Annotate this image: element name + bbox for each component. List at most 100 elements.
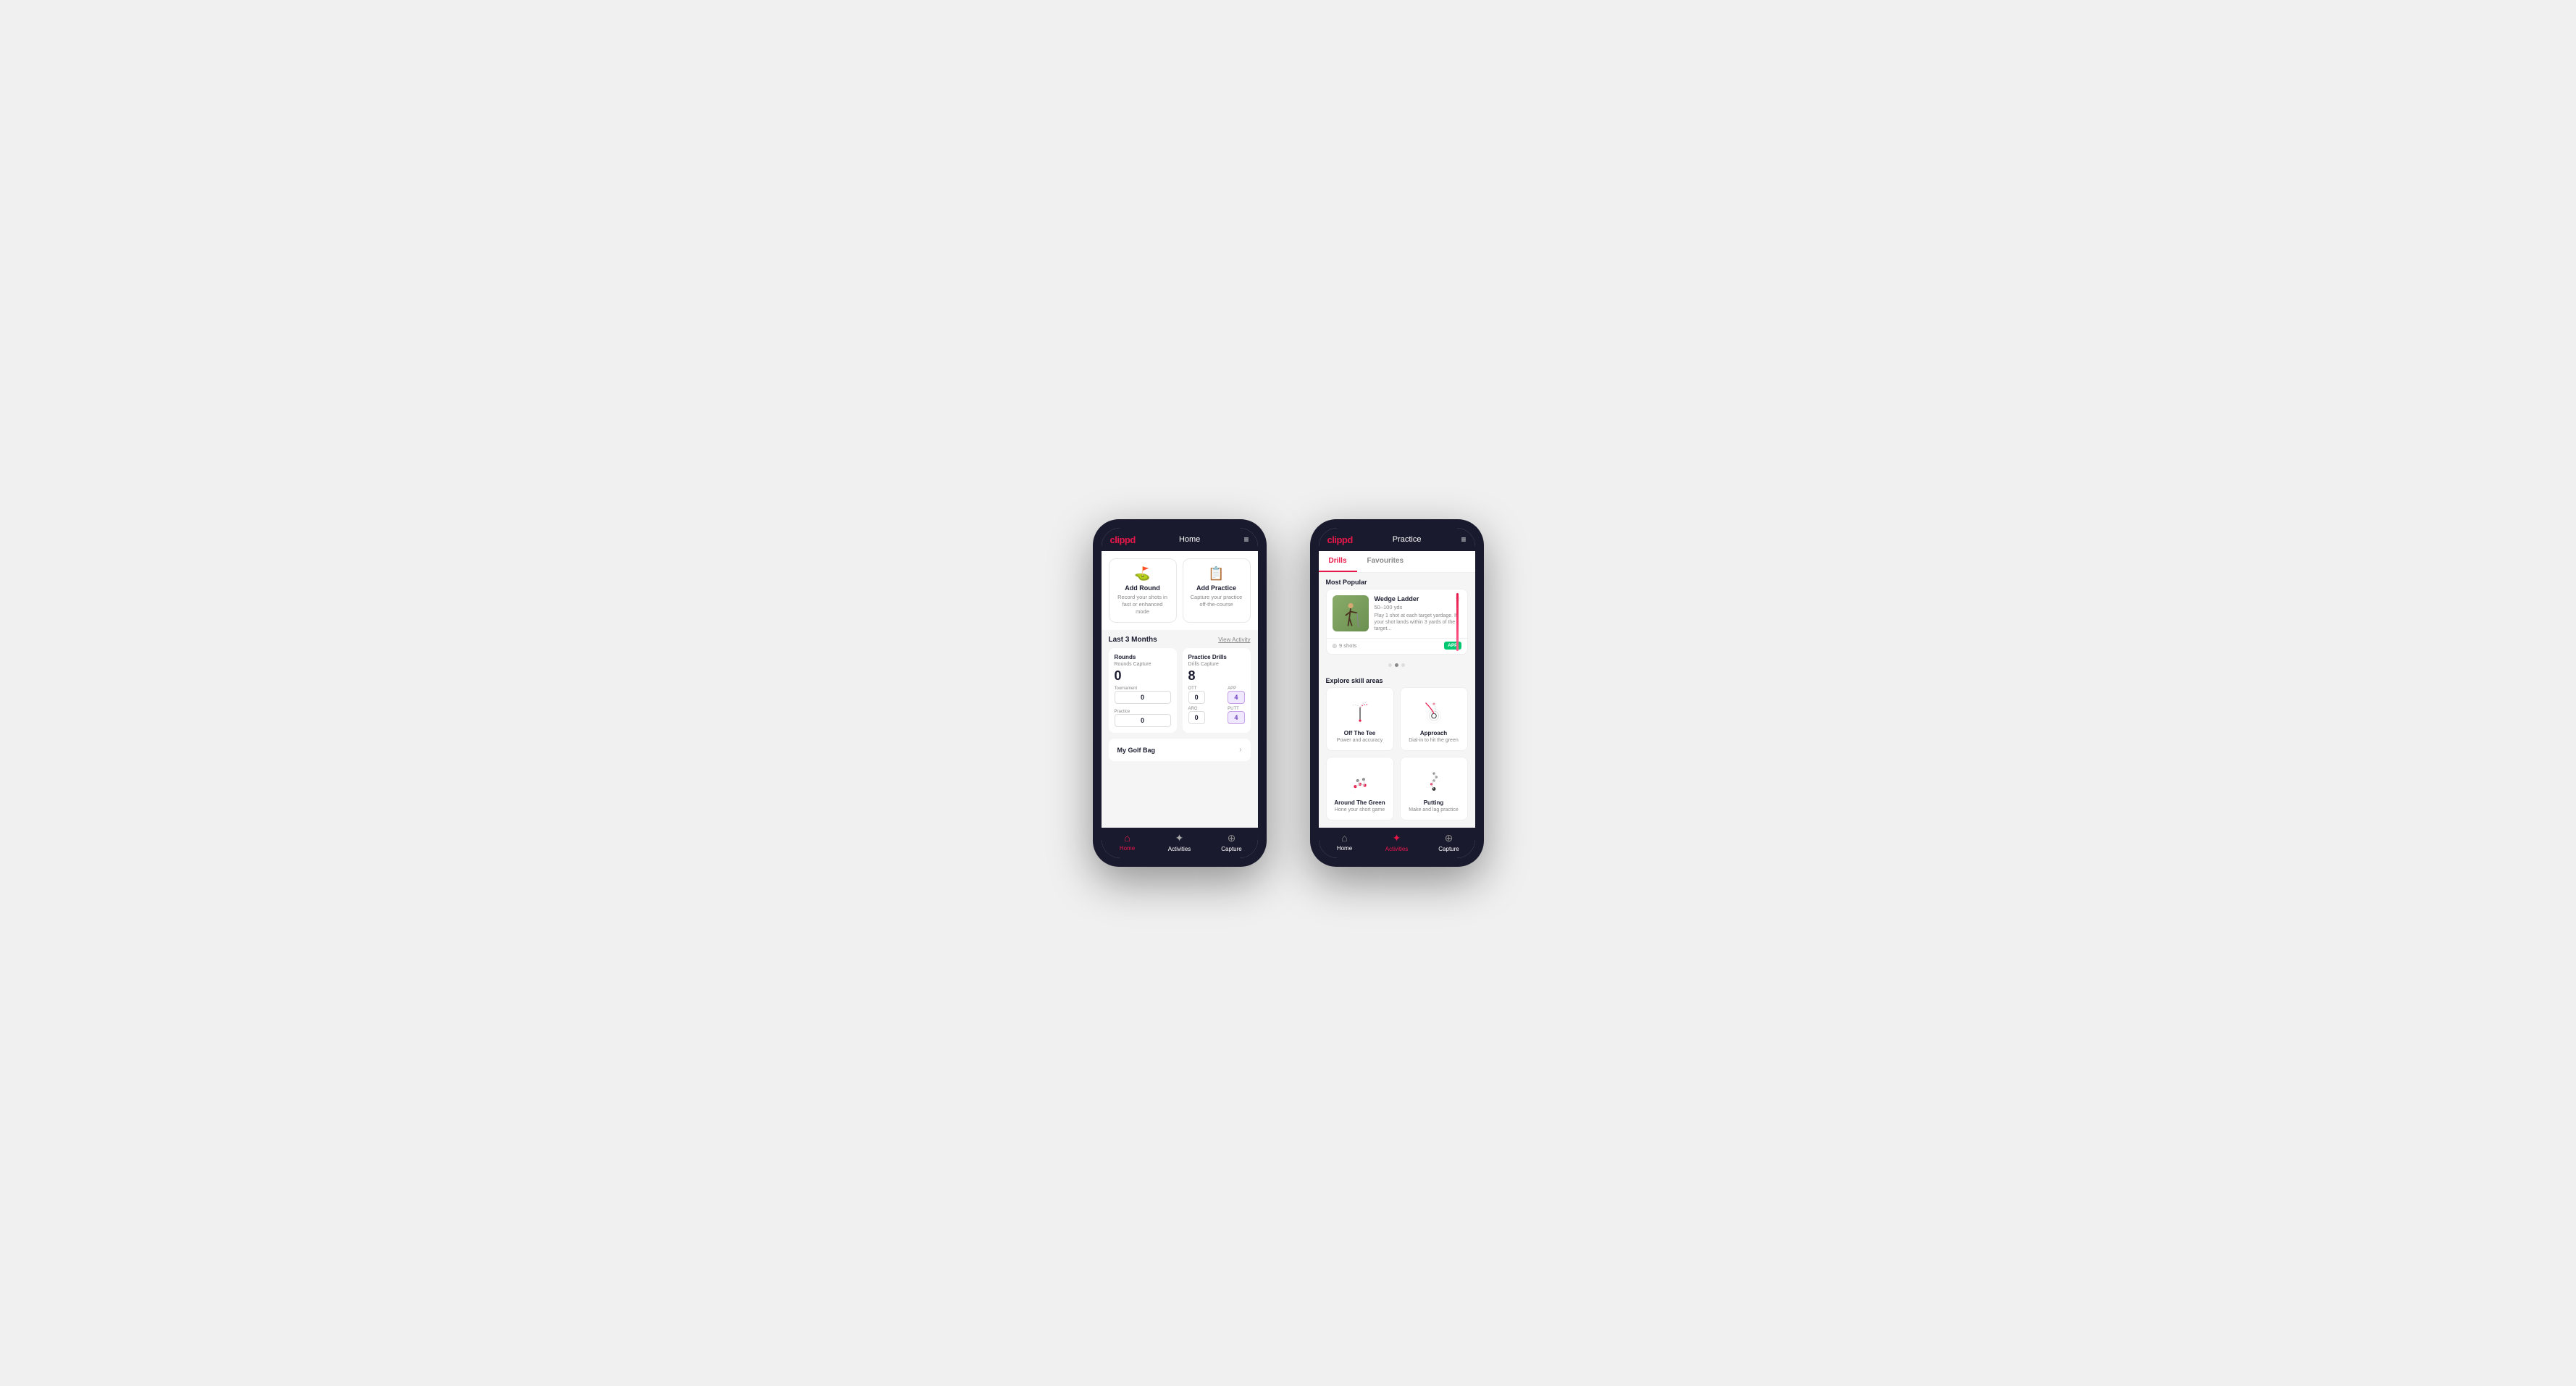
app-header-home: clippd Home ≡ [1102, 528, 1258, 551]
add-practice-desc: Capture your practice off-the-course [1189, 594, 1244, 608]
add-round-desc: Record your shots in fast or enhanced mo… [1115, 594, 1170, 615]
capture-icon-2: ⊕ [1445, 832, 1453, 844]
dot-1[interactable] [1388, 663, 1392, 667]
rounds-box: Rounds Rounds Capture 0 Tournament 0 Pra… [1109, 648, 1177, 733]
tournament-value: 0 [1115, 691, 1171, 704]
nav-capture[interactable]: ⊕ Capture [1206, 832, 1258, 852]
nav-home-label: Home [1120, 845, 1135, 852]
drills-big-number: 8 [1188, 668, 1245, 684]
approach-icon-area [1418, 695, 1450, 727]
add-practice-card[interactable]: 📋 Add Practice Capture your practice off… [1183, 558, 1251, 623]
featured-footer: ◎ 9 shots APP [1327, 638, 1467, 654]
chevron-right-icon: › [1239, 746, 1241, 754]
ott-value: 0 [1188, 691, 1205, 704]
skill-off-the-tee[interactable]: Off The Tee Power and accuracy [1326, 687, 1394, 751]
drill-title: Wedge Ladder [1375, 595, 1419, 602]
nav-activities-label: Activities [1168, 846, 1191, 852]
add-practice-title: Add Practice [1196, 584, 1236, 592]
app-cell [1208, 686, 1225, 704]
off-tee-desc: Power and accuracy [1337, 738, 1383, 743]
around-green-icon-area [1344, 765, 1376, 797]
nav-home[interactable]: ⌂ Home [1102, 832, 1154, 852]
add-round-title: Add Round [1125, 584, 1160, 592]
arg-cell: ARG 0 [1188, 707, 1205, 724]
around-green-desc: Hone your short game [1335, 807, 1385, 812]
tournament-cell: Tournament 0 [1115, 686, 1171, 704]
activities-icon-2: ✦ [1393, 832, 1401, 844]
shots-info: ◎ 9 shots [1333, 642, 1357, 649]
featured-drill-image [1333, 595, 1369, 631]
most-popular-header: Most Popular [1319, 573, 1475, 589]
putting-desc: Make and lag practice [1409, 807, 1458, 812]
arg-value: 0 [1188, 711, 1205, 724]
app-logo: clippd [1110, 534, 1136, 545]
view-activity-link[interactable]: View Activity [1218, 637, 1250, 643]
featured-drill-info: Wedge Ladder ☆ 50–100 yds Play 1 shot at… [1375, 595, 1461, 632]
approach-title: Approach [1420, 730, 1447, 736]
putt-cell [1208, 707, 1225, 724]
putting-title: Putting [1424, 799, 1444, 806]
app-title-home: Home [1179, 535, 1200, 544]
drills-grid: OTT 0 APP 4 ARG 0 [1188, 686, 1245, 724]
home-icon: ⌂ [1124, 832, 1130, 844]
add-round-card[interactable]: ⛳ Add Round Record your shots in fast or… [1109, 558, 1177, 623]
tab-drills[interactable]: Drills [1319, 551, 1357, 572]
golf-bag-label: My Golf Bag [1117, 747, 1156, 754]
nav-capture-label: Capture [1221, 846, 1241, 852]
nav-home-2[interactable]: ⌂ Home [1319, 832, 1371, 852]
putting-icon-area [1418, 765, 1450, 797]
skill-grid: Off The Tee Power and accuracy [1319, 687, 1475, 826]
menu-icon[interactable]: ≡ [1243, 534, 1249, 545]
golf-bag-row[interactable]: My Golf Bag › [1109, 739, 1251, 761]
app-logo-2: clippd [1327, 534, 1353, 545]
tab-favourites[interactable]: Favourites [1357, 551, 1414, 572]
app-title-practice: Practice [1393, 535, 1422, 544]
drills-box: Practice Drills Drills Capture 8 OTT 0 A… [1183, 648, 1251, 733]
skill-around-green[interactable]: Around The Green Hone your short game [1326, 757, 1394, 820]
bottom-nav-practice: ⌂ Home ✦ Activities ⊕ Capture [1319, 828, 1475, 858]
nav-activities[interactable]: ✦ Activities [1154, 832, 1206, 852]
action-cards: ⛳ Add Round Record your shots in fast or… [1102, 551, 1258, 630]
dot-3[interactable] [1401, 663, 1405, 667]
putt-value: 4 [1228, 711, 1244, 724]
app-header-practice: clippd Practice ≡ [1319, 528, 1475, 551]
drills-title: Practice Drills [1188, 654, 1245, 660]
dot-2[interactable] [1395, 663, 1398, 667]
add-round-icon: ⛳ [1134, 566, 1150, 581]
off-tee-title: Off The Tee [1344, 730, 1375, 736]
drills-capture-label: Drills Capture [1188, 662, 1245, 667]
nav-activities-2[interactable]: ✦ Activities [1371, 832, 1423, 852]
off-tee-icon-area [1344, 695, 1376, 727]
capture-icon: ⊕ [1228, 832, 1236, 844]
featured-drill-card[interactable]: Wedge Ladder ☆ 50–100 yds Play 1 shot at… [1326, 589, 1468, 655]
rounds-grid: Tournament 0 Practice 0 [1115, 686, 1171, 727]
category-bar [1456, 593, 1459, 651]
ott-cell: OTT 0 [1188, 686, 1205, 704]
practice-value: 0 [1115, 714, 1171, 727]
drill-desc: Play 1 shot at each target yardage. If y… [1375, 613, 1461, 632]
nav-activities-label-2: Activities [1385, 846, 1409, 852]
phone-practice: clippd Practice ≡ Drills Favourites Most… [1310, 519, 1484, 867]
skill-approach[interactable]: Approach Dial-in to hit the green [1400, 687, 1468, 751]
shots-icon: ◎ [1333, 642, 1338, 649]
rounds-capture-label: Rounds Capture [1115, 662, 1171, 667]
explore-header: Explore skill areas [1319, 673, 1475, 687]
stats-container: Rounds Rounds Capture 0 Tournament 0 Pra… [1102, 648, 1258, 739]
rounds-big-number: 0 [1115, 668, 1171, 684]
nav-capture-2[interactable]: ⊕ Capture [1423, 832, 1475, 852]
putt-val-cell: PUTT 4 [1228, 707, 1244, 724]
last-3-months-title: Last 3 Months [1109, 636, 1157, 644]
nav-home-label-2: Home [1337, 845, 1352, 852]
skill-putting[interactable]: Putting Make and lag practice [1400, 757, 1468, 820]
activity-section-header: Last 3 Months View Activity [1102, 630, 1258, 648]
menu-icon-2[interactable]: ≡ [1461, 534, 1466, 545]
approach-desc: Dial-in to hit the green [1409, 738, 1458, 743]
rounds-title: Rounds [1115, 654, 1171, 660]
nav-capture-label-2: Capture [1438, 846, 1459, 852]
tabs-bar: Drills Favourites [1319, 551, 1475, 573]
phone-home: clippd Home ≡ ⛳ Add Round Record your sh… [1093, 519, 1267, 867]
activities-icon: ✦ [1175, 832, 1184, 844]
practice-cell: Practice 0 [1115, 710, 1171, 727]
app-badge: APP [1444, 642, 1461, 650]
around-green-title: Around The Green [1334, 799, 1385, 806]
